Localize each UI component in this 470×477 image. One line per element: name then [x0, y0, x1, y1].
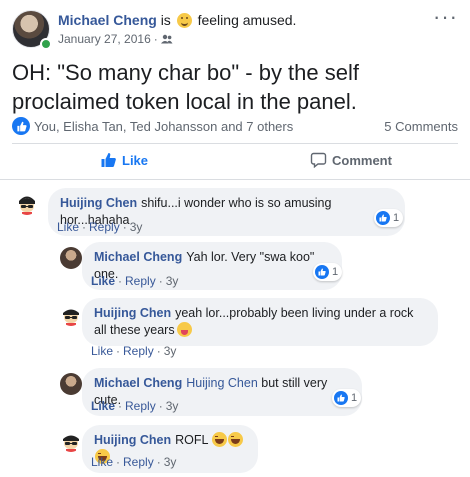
comment-reaction-badge[interactable]: 1 — [313, 263, 343, 281]
comment-like-link[interactable]: Like — [91, 344, 113, 358]
comment-button[interactable]: Comment — [310, 152, 392, 168]
post-header-title: Michael Cheng is feeling amused. — [58, 12, 296, 28]
online-status-dot — [40, 38, 52, 50]
like-reaction-icon — [334, 391, 348, 405]
post-date[interactable]: January 27, 2016 — [58, 32, 151, 46]
comment-time[interactable]: 3y — [166, 399, 179, 413]
like-reaction-icon[interactable] — [12, 117, 30, 135]
reaction-count: 1 — [332, 266, 339, 278]
comment-icon — [310, 152, 327, 168]
comment-author[interactable]: Michael Cheng — [94, 250, 182, 264]
comment-time[interactable]: 3y — [166, 274, 179, 288]
reactors-list[interactable]: You, Elisha Tan, Ted Johansson and 7 oth… — [34, 119, 293, 134]
like-button[interactable]: Like — [100, 152, 148, 168]
comment-meta: Like · Reply · 3y — [91, 399, 179, 413]
comment-text: ROFL — [175, 433, 208, 447]
commenter-avatar[interactable] — [16, 193, 38, 215]
divider — [0, 179, 470, 180]
comment-author[interactable]: Huijing Chen — [94, 433, 171, 447]
comment-reply-link[interactable]: Reply — [89, 220, 120, 234]
post-header: Michael Cheng is feeling amused. January… — [12, 6, 458, 52]
friends-icon[interactable] — [160, 34, 173, 44]
thumbs-up-icon — [101, 153, 116, 167]
comment-meta: Like · Reply · 3y — [91, 455, 177, 469]
comments-count[interactable]: 5 Comments — [384, 119, 458, 134]
commenter-avatar[interactable] — [60, 304, 82, 326]
reaction-count: 1 — [393, 212, 400, 224]
laughing-emoji-icon — [228, 432, 244, 447]
more-options-icon[interactable]: ··· — [433, 6, 458, 28]
commenter-avatar[interactable] — [60, 373, 82, 395]
comment-like-link[interactable]: Like — [91, 274, 115, 288]
comment-meta: Like · Reply · 3y — [91, 274, 179, 288]
comment-reply-link[interactable]: Reply — [125, 274, 156, 288]
comment-meta: Like · Reply · 3y — [91, 344, 177, 358]
comment-author[interactable]: Michael Cheng — [94, 376, 182, 390]
comment-reply-link[interactable]: Reply — [125, 399, 156, 413]
post-actions: Like Comment — [12, 144, 458, 179]
post-meta: January 27, 2016 · — [58, 32, 173, 46]
comment-reply-link[interactable]: Reply — [123, 455, 154, 469]
like-button-label: Like — [122, 152, 149, 168]
comment-author[interactable]: Huijing Chen — [94, 306, 171, 320]
is-text: is — [160, 12, 171, 28]
tongue-out-emoji-icon — [176, 322, 192, 337]
comment-like-link[interactable]: Like — [91, 455, 113, 469]
comment-button-label: Comment — [332, 152, 392, 168]
comment-reaction-badge[interactable]: 1 — [332, 389, 362, 407]
reaction-count: 1 — [351, 392, 358, 404]
comment-time[interactable]: 3y — [164, 344, 177, 358]
commenter-avatar[interactable] — [60, 247, 82, 269]
smile-emoji-icon — [176, 13, 192, 28]
post-author-link[interactable]: Michael Cheng — [58, 12, 157, 28]
comment-reaction-badge[interactable]: 1 — [374, 209, 404, 227]
comment-time[interactable]: 3y — [130, 220, 143, 234]
comment-author[interactable]: Huijing Chen — [60, 196, 137, 210]
comment-reply-link[interactable]: Reply — [123, 344, 154, 358]
like-reaction-icon — [315, 265, 329, 279]
feeling-text: feeling amused. — [197, 12, 297, 28]
comment-like-link[interactable]: Like — [91, 399, 115, 413]
comment-like-link[interactable]: Like — [57, 220, 79, 234]
post-body-text: OH: "So many char bo" - by the self proc… — [12, 60, 359, 114]
like-reaction-icon — [376, 211, 390, 225]
comment-meta: Like · Reply · 3y — [57, 220, 143, 234]
laughing-emoji-icon — [212, 432, 228, 447]
reactions-summary: You, Elisha Tan, Ted Johansson and 7 oth… — [12, 116, 458, 136]
commenter-avatar[interactable] — [60, 430, 82, 452]
comment-bubble: Huijing Chen yeah lor...probably been liv… — [82, 298, 438, 346]
comment-time[interactable]: 3y — [164, 455, 177, 469]
comment-mention[interactable]: Huijing Chen — [186, 376, 258, 390]
